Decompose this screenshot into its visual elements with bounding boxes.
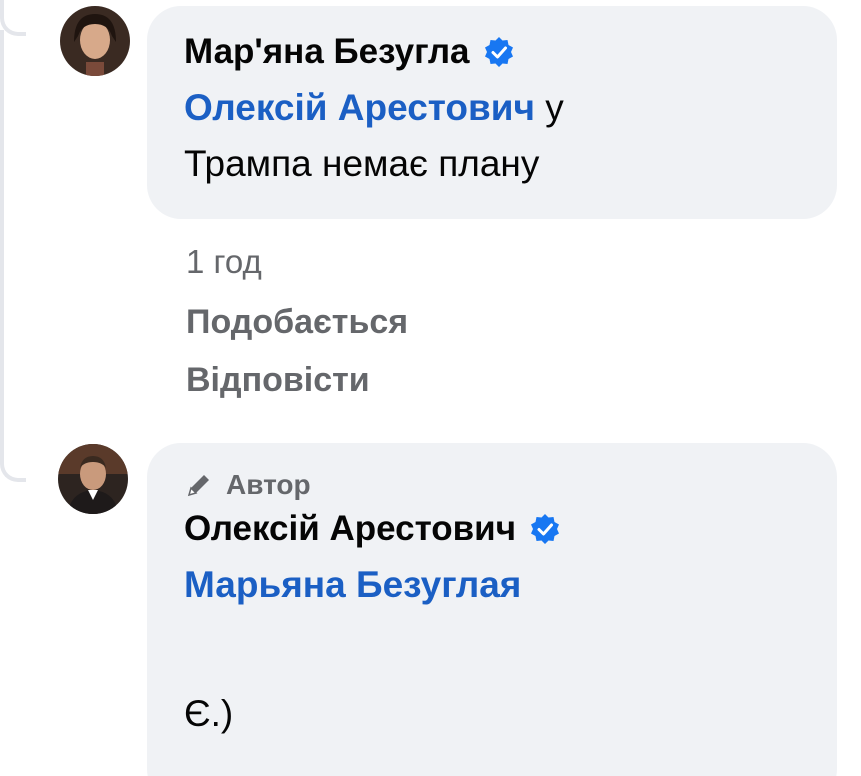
- comment-text-suffix: у: [535, 87, 564, 128]
- reply-button[interactable]: Відповісти: [186, 361, 370, 400]
- author-badge: Автор: [184, 465, 837, 505]
- verified-badge-icon: [484, 37, 513, 67]
- verified-badge-icon: [531, 514, 560, 544]
- reply-text: Є.): [184, 693, 234, 734]
- comment-text: Марьяна Безуглая: [184, 557, 837, 613]
- like-button[interactable]: Подобається: [186, 303, 408, 342]
- pencil-icon: [187, 475, 209, 497]
- avatar[interactable]: [60, 6, 130, 76]
- author-name[interactable]: Мар'яна Безугла: [184, 28, 470, 76]
- thread-connector: [0, 420, 26, 482]
- thread-line: [0, 30, 4, 440]
- comment-author[interactable]: Олексій Арестович: [184, 505, 837, 553]
- comment-bubble: Мар'яна Безугла Олексій Арестович у Трам…: [147, 6, 837, 219]
- mention-link[interactable]: Марьяна Безуглая: [184, 564, 521, 605]
- avatar[interactable]: [58, 444, 128, 514]
- author-badge-label: Автор: [226, 469, 311, 500]
- comment-bubble: Автор Олексій Арестович Марьяна Безуглая…: [147, 443, 837, 776]
- comment-author[interactable]: Мар'яна Безугла: [184, 28, 837, 76]
- mention-link[interactable]: Олексій Арестович: [184, 87, 535, 128]
- comment-timestamp[interactable]: 1 год: [186, 243, 262, 281]
- author-name[interactable]: Олексій Арестович: [184, 505, 516, 553]
- comment-text-line2: Трампа немає плану: [184, 143, 540, 184]
- comment-thread: Мар'яна Безугла Олексій Арестович у Трам…: [0, 0, 861, 776]
- comment-text: Олексій Арестович у Трампа немає плану: [184, 80, 837, 192]
